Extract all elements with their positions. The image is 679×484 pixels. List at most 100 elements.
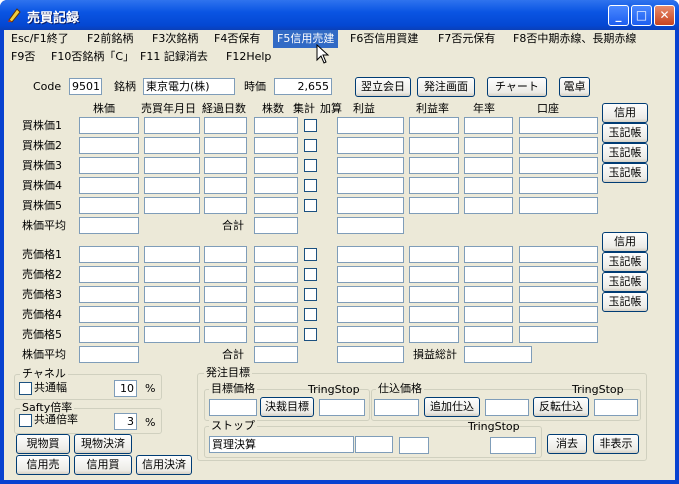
buy-row-field[interactable] [79, 157, 139, 174]
sell-row-field[interactable] [519, 266, 598, 283]
sell-row-field[interactable] [79, 266, 139, 283]
buy-row-field[interactable] [204, 117, 247, 134]
sell-row-field[interactable] [254, 246, 298, 263]
buy-margin-button[interactable]: 信用 [602, 103, 648, 123]
buy-row-field[interactable] [337, 117, 404, 134]
buy-row-field[interactable] [144, 137, 200, 154]
buy-row-field[interactable] [519, 157, 598, 174]
sell-row-field[interactable] [79, 286, 139, 303]
sell-record-button[interactable]: 玉記帳 [602, 292, 648, 312]
sell-row-field[interactable] [204, 246, 247, 263]
buy-row-field[interactable] [464, 137, 513, 154]
buy-row-field[interactable] [337, 137, 404, 154]
menu-item[interactable]: F9否 [7, 48, 39, 66]
buy-row-field[interactable] [519, 117, 598, 134]
buy-row-field[interactable] [254, 197, 298, 214]
spot-buy-button[interactable]: 現物買 [16, 434, 70, 454]
buy-row-field[interactable] [144, 197, 200, 214]
sell-row-field[interactable] [144, 266, 200, 283]
sell-total-field[interactable] [254, 346, 298, 363]
margin-sell-button[interactable]: 信用売 [16, 455, 70, 475]
sell-row-checkbox[interactable] [304, 248, 317, 261]
buy-row-field[interactable] [409, 197, 459, 214]
stop-field-3[interactable] [399, 437, 429, 454]
buy-row-field[interactable] [464, 197, 513, 214]
buy-average-field[interactable] [79, 217, 139, 234]
sell-row-field[interactable] [337, 286, 404, 303]
sell-record-button[interactable]: 玉記帳 [602, 272, 648, 292]
sell-row-field[interactable] [144, 286, 200, 303]
buy-row-field[interactable] [519, 177, 598, 194]
sell-row-field[interactable] [409, 286, 459, 303]
buy-row-field[interactable] [204, 177, 247, 194]
add-entry-button[interactable]: 追加仕込 [424, 397, 480, 417]
next-day-button[interactable]: 翌立会日 [355, 77, 411, 97]
sell-row-field[interactable] [204, 286, 247, 303]
minimize-button[interactable]: _ [608, 5, 629, 26]
sell-record-button[interactable]: 玉記帳 [602, 252, 648, 272]
menu-item[interactable]: F10否銘柄「C」 [47, 48, 138, 66]
entry-tring-field-2[interactable] [594, 399, 638, 416]
buy-row-checkbox[interactable] [304, 199, 317, 212]
sell-row-field[interactable] [464, 306, 513, 323]
buy-row-field[interactable] [254, 177, 298, 194]
sell-row-field[interactable] [204, 266, 247, 283]
buy-row-field[interactable] [79, 177, 139, 194]
buy-row-field[interactable] [409, 177, 459, 194]
sell-row-field[interactable] [519, 306, 598, 323]
buy-record-button[interactable]: 玉記帳 [602, 163, 648, 183]
buy-row-field[interactable] [464, 157, 513, 174]
buy-row-field[interactable] [409, 157, 459, 174]
buy-row-checkbox[interactable] [304, 119, 317, 132]
buy-row-checkbox[interactable] [304, 179, 317, 192]
sell-row-field[interactable] [337, 266, 404, 283]
pnl-total-field[interactable] [464, 346, 532, 363]
buy-row-field[interactable] [144, 177, 200, 194]
sell-total-profit-field[interactable] [337, 346, 404, 363]
sell-margin-button[interactable]: 信用 [602, 232, 648, 252]
title-bar[interactable]: 売買記録 _ □ ✕ [0, 0, 679, 30]
order-screen-button[interactable]: 発注画面 [417, 77, 475, 97]
buy-row-field[interactable] [144, 157, 200, 174]
stop-tring-field[interactable] [490, 437, 536, 454]
buy-total-profit-field[interactable] [337, 217, 404, 234]
buy-row-field[interactable] [337, 177, 404, 194]
sell-row-checkbox[interactable] [304, 288, 317, 301]
buy-row-field[interactable] [144, 117, 200, 134]
margin-settle-button[interactable]: 信用決済 [136, 455, 192, 475]
sell-row-checkbox[interactable] [304, 268, 317, 281]
margin-buy-button[interactable]: 信用買 [74, 455, 132, 475]
buy-row-field[interactable] [254, 137, 298, 154]
sell-row-field[interactable] [337, 306, 404, 323]
price-field[interactable]: 2,655 [274, 78, 332, 95]
maximize-button[interactable]: □ [631, 5, 652, 26]
close-button[interactable]: ✕ [654, 5, 675, 26]
buy-row-field[interactable] [409, 117, 459, 134]
sell-row-field[interactable] [464, 326, 513, 343]
sell-row-field[interactable] [144, 306, 200, 323]
buy-record-button[interactable]: 玉記帳 [602, 123, 648, 143]
sell-average-field[interactable] [79, 346, 139, 363]
buy-row-field[interactable] [79, 197, 139, 214]
sell-row-field[interactable] [337, 326, 404, 343]
sell-row-checkbox[interactable] [304, 328, 317, 341]
menu-item[interactable]: F6否信用買建 [346, 30, 422, 48]
sell-row-field[interactable] [409, 266, 459, 283]
sell-row-field[interactable] [464, 246, 513, 263]
buy-row-field[interactable] [204, 137, 247, 154]
safety-common-checkbox[interactable] [19, 414, 32, 427]
sell-row-field[interactable] [519, 286, 598, 303]
reverse-entry-button[interactable]: 反転仕込 [533, 397, 589, 417]
menu-item[interactable]: F3次銘柄 [148, 30, 202, 48]
channel-width-field[interactable]: 10 [114, 380, 137, 397]
calculator-button[interactable]: 電卓 [559, 77, 590, 97]
sell-row-field[interactable] [464, 266, 513, 283]
erase-button[interactable]: 消去 [547, 434, 587, 454]
sell-row-field[interactable] [519, 326, 598, 343]
sell-row-field[interactable] [79, 306, 139, 323]
sell-row-field[interactable] [409, 306, 459, 323]
target-tring-field[interactable] [319, 399, 365, 416]
sell-row-field[interactable] [254, 306, 298, 323]
buy-row-field[interactable] [464, 177, 513, 194]
sell-row-field[interactable] [204, 326, 247, 343]
